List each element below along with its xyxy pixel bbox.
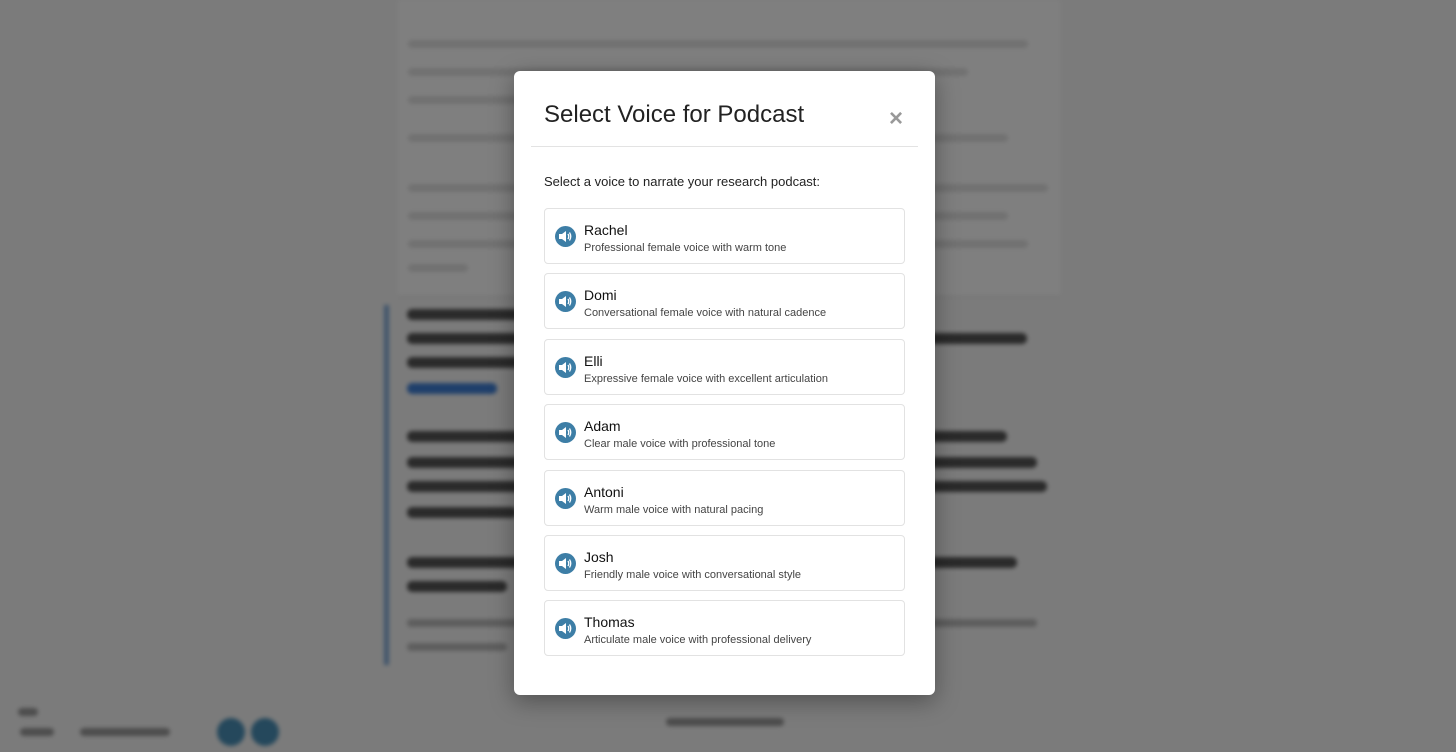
voice-name: Elli: [584, 352, 603, 369]
voice-name: Domi: [584, 287, 617, 304]
voice-list: Rachel Professional female voice with wa…: [544, 208, 905, 666]
speaker-icon: [555, 552, 576, 574]
voice-name: Antoni: [584, 483, 624, 500]
voice-description: Articulate male voice with professional …: [584, 634, 812, 647]
voice-option[interactable]: Rachel Professional female voice with wa…: [544, 208, 905, 264]
speaker-icon: [555, 226, 576, 247]
speaker-icon: [555, 422, 576, 444]
speaker-icon: [555, 487, 576, 509]
voice-description: Warm male voice with natural pacing: [584, 503, 764, 516]
voice-name: Thomas: [584, 614, 635, 631]
modal-intro: Select a voice to narrate your research …: [544, 174, 821, 189]
voice-option[interactable]: Antoni Warm male voice with natural paci…: [544, 469, 905, 526]
voice-name: Rachel: [584, 222, 628, 238]
voice-name: Adam: [584, 418, 621, 435]
voice-description: Friendly male voice with conversational …: [584, 568, 802, 581]
speaker-icon: [555, 618, 576, 640]
voice-option[interactable]: Adam Clear male voice with professional …: [544, 404, 905, 461]
voice-description: Clear male voice with professional tone: [584, 438, 776, 451]
voice-option[interactable]: Elli Expressive female voice with excell…: [544, 338, 905, 395]
voice-description: Expressive female voice with excellent a…: [584, 372, 828, 385]
speaker-icon: [555, 356, 576, 378]
modal-header: Select Voice for Podcast ×: [531, 71, 918, 147]
voice-option[interactable]: Josh Friendly male voice with conversati…: [544, 534, 905, 591]
voice-name: Josh: [584, 548, 614, 565]
voice-description: Professional female voice with warm tone: [584, 242, 787, 254]
speaker-icon: [555, 291, 576, 313]
modal-title: Select Voice for Podcast: [544, 101, 805, 128]
voice-description: Conversational female voice with natural…: [584, 307, 827, 320]
close-icon[interactable]: ×: [886, 107, 906, 131]
voice-select-modal: Select Voice for Podcast × Select a voic…: [514, 71, 935, 695]
voice-option[interactable]: Thomas Articulate male voice with profes…: [544, 600, 905, 657]
voice-option[interactable]: Domi Conversational female voice with na…: [544, 273, 905, 330]
